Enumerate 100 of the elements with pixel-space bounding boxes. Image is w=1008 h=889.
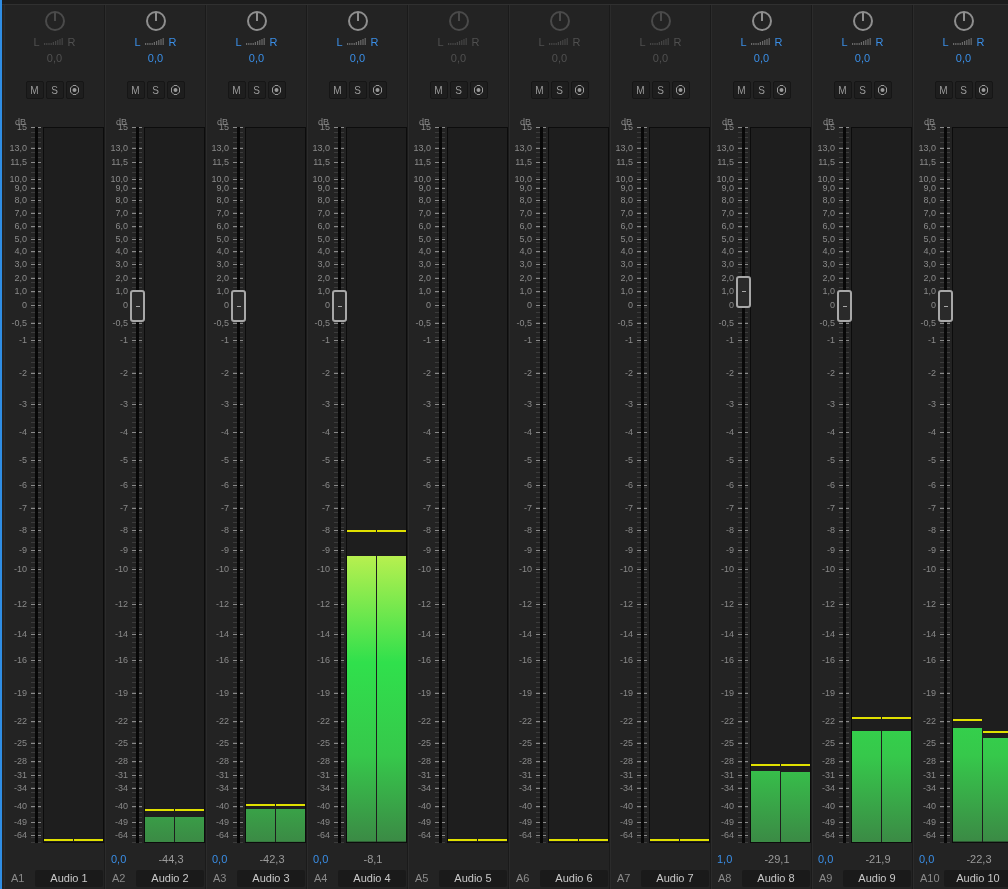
mute-button[interactable]: M [126,81,145,99]
track-name[interactable]: Audio 6 [540,869,608,887]
solo-button[interactable]: S [348,81,367,99]
pan-knob[interactable] [245,10,268,32]
record-button[interactable] [267,81,286,99]
scale-label: -14 [418,628,431,639]
scale-label: 6,0 [620,220,633,231]
pan-knob[interactable] [346,10,369,32]
track-name[interactable]: Audio 4 [338,869,406,887]
pan-knob[interactable] [851,10,874,32]
record-button[interactable] [974,81,993,99]
scale-label: 3,0 [721,258,734,269]
track-name[interactable]: Audio 5 [439,869,507,887]
scale-label: -3 [827,399,835,410]
track-name[interactable]: Audio 2 [136,869,204,887]
track-name[interactable]: Audio 3 [237,869,305,887]
scale-label: 5,0 [14,233,27,244]
solo-button[interactable]: S [45,81,64,99]
mute-button[interactable]: M [732,81,751,99]
track-name[interactable]: Audio 1 [35,869,103,887]
fader-handle[interactable] [837,290,852,323]
solo-button[interactable]: S [752,81,771,99]
fader-handle[interactable] [332,290,347,323]
volume-value: 0,0 [919,853,935,865]
scale-label: -22 [317,716,330,727]
mute-button[interactable]: M [833,81,852,99]
mute-button[interactable]: M [530,81,549,99]
scale-label: 8,0 [115,195,128,206]
scale-label: 4,0 [620,245,633,256]
scale-label: -28 [115,755,128,766]
pan-knob[interactable] [952,10,975,32]
pan-value: 0,0 [349,52,366,65]
solo-button[interactable]: S [550,81,569,99]
scale-label: 7,0 [418,207,431,218]
record-button[interactable] [873,81,892,99]
record-button[interactable] [166,81,185,99]
track-name[interactable]: Audio 9 [843,869,911,887]
scale-label: 10,0 [211,174,229,185]
scale-label: -10 [418,563,431,574]
track-id: A4 [313,872,329,884]
mute-button[interactable]: M [631,81,650,99]
fader-handle[interactable] [736,275,751,308]
scale-label: -16 [14,654,27,665]
scale-label: -49 [923,817,936,828]
track-name[interactable]: Audio 8 [742,869,810,887]
record-button[interactable] [65,81,84,99]
scale-label: 0 [426,300,431,311]
scale-label: 2,0 [115,273,128,284]
scale-label: 2,0 [620,273,633,284]
scale-label: -9 [221,545,229,556]
right-label: R [875,35,884,48]
scale-label: -8 [625,525,633,536]
level-bars-icon [447,37,468,46]
mute-button[interactable]: M [429,81,448,99]
mute-button[interactable]: M [227,81,246,99]
scale-label: 13,0 [312,142,330,153]
solo-button[interactable]: S [449,81,468,99]
scale-label: -2 [928,368,936,379]
scale-label: -28 [620,755,633,766]
record-button[interactable] [469,81,488,99]
solo-button[interactable]: S [247,81,266,99]
fader-handle[interactable] [231,290,246,323]
pan-knob[interactable] [750,10,773,32]
record-button[interactable] [570,81,589,99]
scale-label: -2 [827,368,835,379]
scale-label: 10,0 [110,174,128,185]
scale-label: 6,0 [14,220,27,231]
volume-value: 0,0 [313,853,329,865]
scale-label: -19 [620,688,633,699]
left-label: L [942,35,949,48]
track-name[interactable]: Audio 7 [641,869,709,887]
scale-label: 1,0 [923,285,936,296]
scale-label: 9,0 [822,182,835,193]
solo-button[interactable]: S [954,81,973,99]
record-button[interactable] [772,81,791,99]
record-icon [575,85,584,95]
scale-label: -12 [14,598,27,609]
fader-handle[interactable] [130,290,145,323]
fader-handle[interactable] [938,290,953,323]
scale-label: -9 [726,545,734,556]
pan-knob[interactable] [144,10,167,32]
mute-button[interactable]: M [328,81,347,99]
record-button[interactable] [671,81,690,99]
track-name[interactable]: Audio 10 [944,869,1008,887]
right-label: R [976,35,985,48]
mute-button[interactable]: M [25,81,44,99]
scale-label: -10 [216,563,229,574]
scale-label: 10,0 [413,174,431,185]
solo-button[interactable]: S [651,81,670,99]
mute-button[interactable]: M [934,81,953,99]
scale-label: -16 [216,654,229,665]
scale-label: -25 [620,737,633,748]
solo-button[interactable]: S [146,81,165,99]
scale-label: -64 [216,830,229,841]
record-button[interactable] [368,81,387,99]
solo-button[interactable]: S [853,81,872,99]
scale-label: -3 [928,399,936,410]
scale-label: 9,0 [620,182,633,193]
scale-label: -9 [322,545,330,556]
scale-label: -10 [115,563,128,574]
